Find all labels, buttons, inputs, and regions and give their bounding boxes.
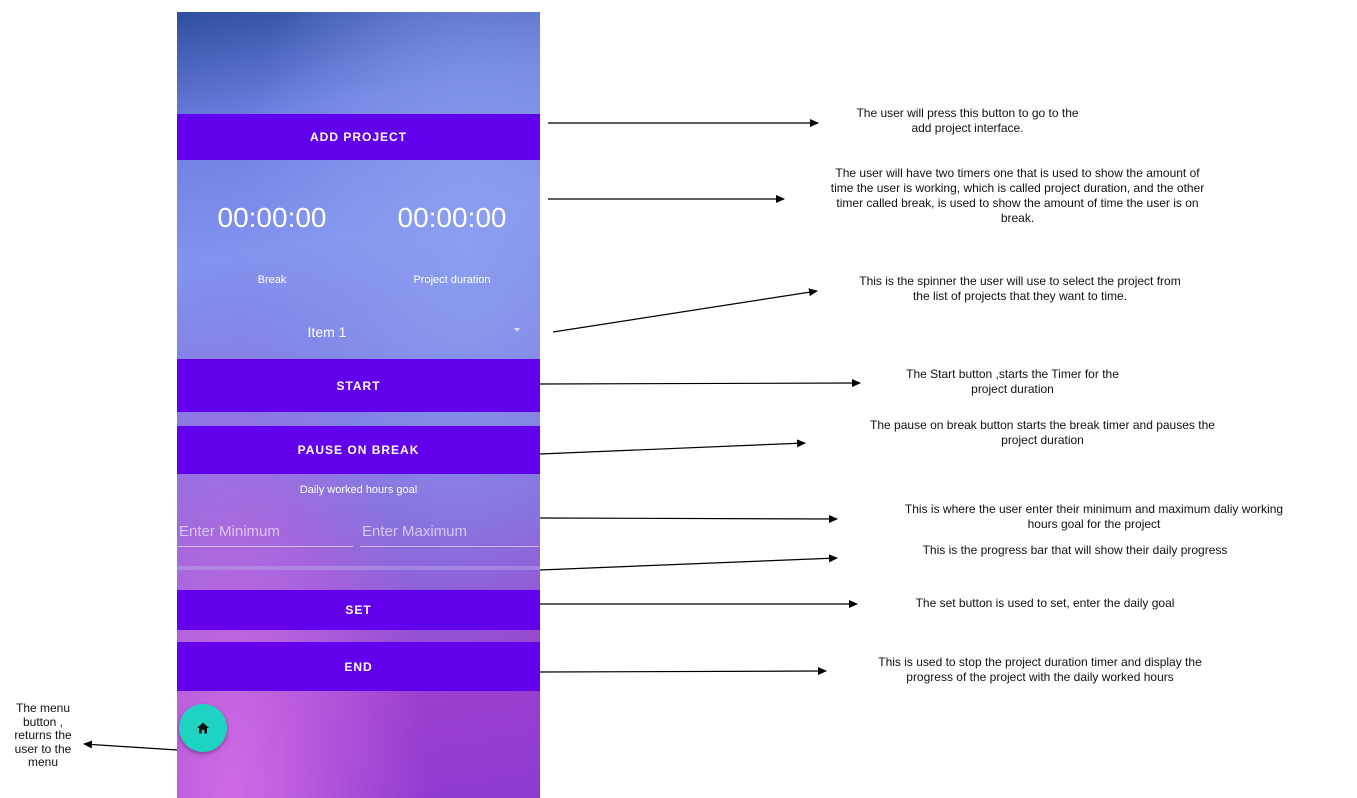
annotation-end: This is used to stop the project duratio…: [878, 655, 1202, 684]
start-button[interactable]: START: [177, 359, 540, 412]
project-spinner[interactable]: Item 1: [177, 314, 540, 360]
annotation-progress: This is the progress bar that will show …: [922, 543, 1228, 557]
annotation-goal-inputs: This is where the user enter their minim…: [904, 502, 1284, 531]
project-duration-label: Project duration: [413, 274, 491, 286]
arrow-pause: [539, 439, 806, 455]
project-duration-timer: 00:00:00: [397, 202, 507, 233]
end-button[interactable]: END: [177, 642, 540, 691]
annotation-timers: The user will have two timers one that i…: [830, 166, 1205, 225]
menu-fab-button[interactable]: [179, 704, 227, 752]
home-icon: [197, 722, 209, 734]
app-screen: ADD PROJECT 00:00:00 00:00:00 Break Proj…: [177, 12, 540, 798]
minimum-hours-input[interactable]: [177, 516, 353, 547]
arrow-end: [539, 667, 827, 676]
annotation-set: The set button is used to set, enter the…: [915, 596, 1175, 610]
annotated-screenshot: ADD PROJECT 00:00:00 00:00:00 Break Proj…: [0, 0, 1357, 798]
add-project-button[interactable]: ADD PROJECT: [177, 114, 540, 160]
annotation-menu: The menu button , returns the user to th…: [14, 701, 72, 769]
annotation-spinner: This is the spinner the user will use to…: [859, 274, 1181, 303]
spinner-selected-value: Item 1: [307, 324, 347, 340]
chevron-down-icon: [514, 328, 520, 332]
break-label: Break: [257, 274, 287, 286]
arrow-start: [539, 379, 861, 388]
annotation-pause: The pause on break button starts the bre…: [870, 418, 1215, 447]
set-button[interactable]: SET: [177, 590, 540, 630]
annotation-add-project: The user will press this button to go to…: [856, 106, 1079, 135]
arrow-progress: [539, 554, 838, 571]
daily-progress-bar: [177, 566, 540, 570]
daily-goal-label: Daily worked hours goal: [299, 484, 418, 496]
maximum-hours-input[interactable]: [360, 516, 539, 547]
annotation-start: The Start button ,starts the Timer for t…: [906, 367, 1119, 396]
arrow-goal-inputs: [539, 514, 838, 523]
arrow-spinner: [552, 288, 818, 333]
pause-on-break-button[interactable]: PAUSE ON BREAK: [177, 426, 540, 474]
break-timer: 00:00:00: [217, 202, 327, 233]
arrow-menu: [83, 740, 178, 751]
